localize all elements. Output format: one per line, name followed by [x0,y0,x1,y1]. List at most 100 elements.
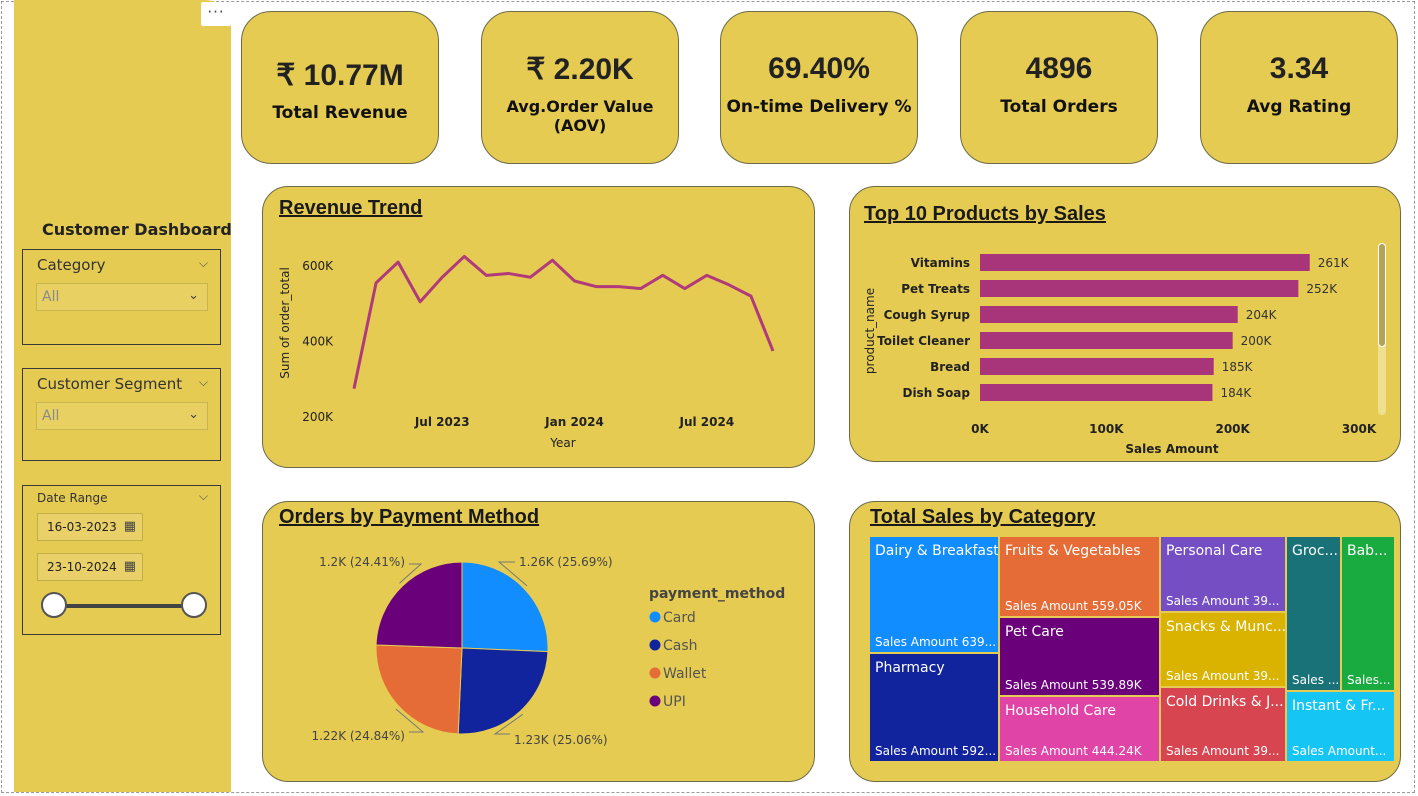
treemap-tile[interactable]: Pet Care Sales Amount 539.89K [999,617,1160,696]
kpi-value: 3.34 [1269,52,1329,85]
y-tick-label: 200K [302,410,334,424]
category-dropdown-value: All [42,289,60,305]
treemap-tile-value: Sales Amount 539.89K [1005,678,1142,692]
revenue-trend-chart[interactable]: 200K 400K 600K Jul 2023 Jan 2024 Jul 2024 Year… [263,187,816,469]
x-tick-label: 0K [971,422,989,436]
end-date-input[interactable]: 23-10-2024 ▦ [37,553,143,581]
date-slider-start-handle[interactable] [41,592,67,618]
treemap-tile-value: Sales... [1347,673,1391,687]
kpi-label: On-time Delivery % [726,97,912,117]
x-axis-title: Sales Amount [1125,442,1218,456]
chevron-down-icon: ⌄ [188,407,199,422]
treemap-tile[interactable]: Fruits & Vegetables Sales Amount 559.05K [999,536,1160,617]
date-slider-track[interactable] [55,604,195,608]
bar-category-label: Vitamins [911,256,970,270]
chevron-down-icon[interactable]: ⌵ [199,489,208,504]
pie-data-label: 1.22K (24.84%) [311,729,405,743]
chevron-down-icon[interactable]: ⌵ [199,375,208,390]
chevron-down-icon: ⌄ [188,288,199,303]
y-axis-title: Sum of order_total [278,267,292,379]
calendar-icon[interactable]: ▦ [124,559,136,574]
x-axis-title: Year [549,436,575,450]
treemap-tile[interactable]: Household Care Sales Amount 444.24K [999,696,1160,762]
start-date-value: 16-03-2023 [47,520,117,534]
category-slicer-label: Category [37,256,106,274]
top-products-chart[interactable]: Vitamins 261K Pet Treats 252K Cough Syrup 204… [850,187,1402,463]
bar-value-label: 185K [1222,360,1254,374]
legend-item: UPI [663,694,686,710]
y-tick-label: 600K [302,259,334,273]
bar [980,280,1299,297]
treemap-tile-value: Sales Amount... [1292,744,1387,758]
x-tick-label: Jul 2023 [414,415,470,429]
treemap-tile-value: Sales Amount 39... [1166,669,1280,683]
bar [980,384,1213,401]
treemap-tile[interactable]: Bab... Sales... [1341,536,1395,691]
treemap-tile[interactable]: Cold Drinks & J... Sales Amount 39... [1160,687,1286,762]
bar-category-label: Toilet Cleaner [877,334,970,348]
treemap-tile-value: Sales Amount 39... [1166,594,1280,608]
treemap-tile-value: Sales Amount 444.24K [1005,744,1142,758]
bar-value-label: 252K [1306,282,1338,296]
bar-value-label: 200K [1241,334,1273,348]
bar-category-label: Cough Syrup [884,308,971,322]
revenue-line [352,254,775,389]
sales-category-title: Total Sales by Category [870,506,1096,528]
bar [980,254,1310,271]
segment-dropdown[interactable]: All ⌄ [36,402,208,430]
payment-method-chart[interactable]: 1.26K (25.69%) 1.23K (25.06%) 1.22K (24.84… [263,502,816,783]
treemap-tile[interactable]: Dairy & Breakfast Sales Amount 639... [869,536,999,653]
pie-slice [461,561,549,653]
kpi-label: Total Revenue [272,103,408,123]
kpi-card-avg-rating: 3.34 Avg Rating [1200,11,1398,164]
treemap-tile-name: Personal Care [1166,543,1263,559]
treemap-tile-name: Instant & Fr... [1292,698,1386,714]
more-options-button[interactable]: ··· [201,2,231,26]
treemap-tile[interactable]: Groc... Sales ... [1286,536,1341,691]
date-slider-end-handle[interactable] [181,592,207,618]
chevron-down-icon[interactable]: ⌵ [199,256,208,271]
revenue-trend-panel: Revenue Trend 200K 400K 600K Jul 2023 Jan 20… [262,186,815,468]
kpi-card-total-orders: 4896 Total Orders [960,11,1158,164]
category-dropdown[interactable]: All ⌄ [36,283,208,311]
treemap-tile-name: Household Care [1005,703,1116,719]
treemap-tile-value: Sales Amount 559.05K [1005,599,1142,613]
treemap-tile[interactable]: Snacks & Munc... Sales Amount 39... [1160,612,1286,687]
treemap-tile-name: Pet Care [1005,624,1064,640]
sales-category-treemap[interactable]: Dairy & Breakfast Sales Amount 639... Phar… [869,536,1395,762]
pie-slice [457,647,549,735]
kpi-value: 4896 [1025,52,1093,85]
y-tick-label: 400K [302,334,334,348]
x-tick-label: Jul 2024 [678,415,734,429]
bar-value-label: 184K [1220,386,1252,400]
date-range-slicer: Date Range ⌵ 16-03-2023 ▦ 23-10-2024 ▦ [22,485,221,635]
treemap-tile[interactable]: Pharmacy Sales Amount 592... [869,653,999,762]
x-tick-label: Jan 2024 [544,415,604,429]
x-tick-label: 200K [1215,422,1250,436]
treemap-tile-name: Fruits & Vegetables [1005,543,1141,559]
kpi-value: ₹ 2.20K [526,53,634,86]
top-products-panel: Top 10 Products by Sales Vitamins 261K Pet… [849,186,1401,462]
category-slicer: Category ⌵ All ⌄ [22,249,221,345]
treemap-tile[interactable]: Instant & Fr... Sales Amount... [1286,691,1395,762]
treemap-tile-name: Pharmacy [875,660,945,676]
bar-category-label: Dish Soap [902,386,970,400]
bar [980,358,1214,375]
calendar-icon[interactable]: ▦ [124,519,136,534]
y-axis-title: product_name [863,288,877,374]
x-tick-label: 300K [1342,422,1377,436]
chart-scrollbar-thumb[interactable] [1378,243,1386,347]
treemap-tile[interactable]: Personal Care Sales Amount 39... [1160,536,1286,612]
date-range-label: Date Range [37,491,108,505]
pie-slice [375,561,463,649]
treemap-tile-name: Snacks & Munc... [1166,619,1286,635]
start-date-input[interactable]: 16-03-2023 ▦ [37,513,143,541]
pie-data-label: 1.23K (25.06%) [514,733,608,747]
bar-value-label: 204K [1246,308,1278,322]
kpi-value: 69.40% [768,52,870,85]
kpi-label: Total Orders [1000,97,1118,117]
bar [980,332,1233,349]
legend-item: Cash [663,638,698,654]
segment-slicer-label: Customer Segment [37,375,183,393]
kpi-card-total-revenue: ₹ 10.77M Total Revenue [241,11,439,164]
